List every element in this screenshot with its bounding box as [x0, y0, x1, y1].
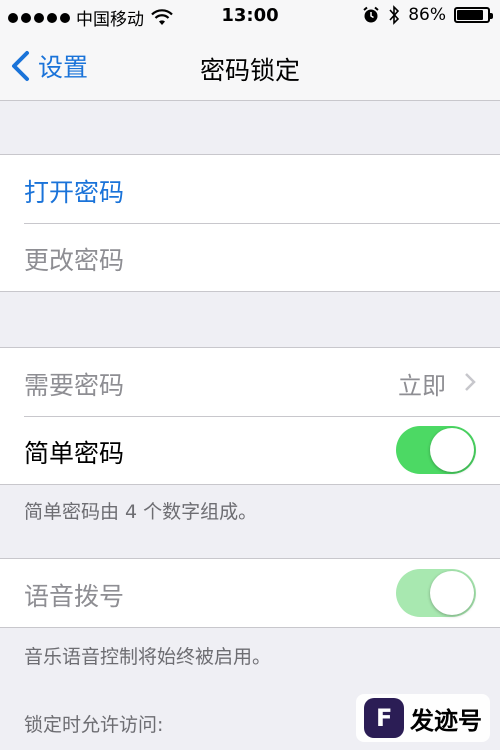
simple-passcode-cell: 简单密码 — [0, 416, 500, 484]
voice-dial-toggle — [396, 569, 476, 617]
simple-passcode-footer: 简单密码由 4 个数字组成。 — [24, 501, 258, 523]
require-passcode-cell: 需要密码 立即 — [0, 348, 500, 416]
turn-on-passcode-label: 打开密码 — [24, 178, 125, 207]
voice-dial-group: 语音拨号 — [0, 558, 500, 628]
bluetooth-icon — [389, 5, 400, 25]
navigation-bar: 设置 密码锁定 — [0, 32, 500, 101]
simple-passcode-toggle[interactable] — [396, 426, 476, 474]
simple-passcode-label: 简单密码 — [24, 439, 125, 468]
battery-fill — [457, 10, 483, 20]
voice-dial-cell: 语音拨号 — [0, 559, 500, 627]
status-right: 86% — [362, 5, 493, 25]
turn-on-passcode-cell[interactable]: 打开密码 — [0, 155, 500, 223]
watermark: F 发迹号 — [356, 694, 490, 742]
change-passcode-cell: 更改密码 — [0, 223, 500, 291]
toggle-knob — [430, 428, 474, 472]
battery-icon — [454, 7, 493, 23]
passcode-actions-group: 打开密码 更改密码 — [0, 154, 500, 292]
watermark-logo: F — [364, 698, 404, 738]
require-passcode-value: 立即 — [398, 372, 446, 400]
chevron-right-icon — [465, 373, 476, 391]
allow-access-section-header: 锁定时允许访问: — [24, 714, 164, 736]
watermark-text: 发迹号 — [410, 706, 482, 735]
voice-dial-footer: 音乐语音控制将始终被启用。 — [24, 646, 272, 668]
alarm-icon — [363, 6, 379, 23]
page-title: 密码锁定 — [199, 56, 300, 85]
battery-percent: 86% — [408, 5, 446, 25]
status-bar: 中国移动 13:00 86% — [0, 0, 500, 32]
require-passcode-label: 需要密码 — [24, 371, 125, 400]
toggle-knob — [430, 571, 474, 615]
passcode-options-group: 需要密码 立即 简单密码 — [0, 347, 500, 485]
change-passcode-label: 更改密码 — [24, 246, 125, 275]
voice-dial-label: 语音拨号 — [24, 582, 125, 611]
